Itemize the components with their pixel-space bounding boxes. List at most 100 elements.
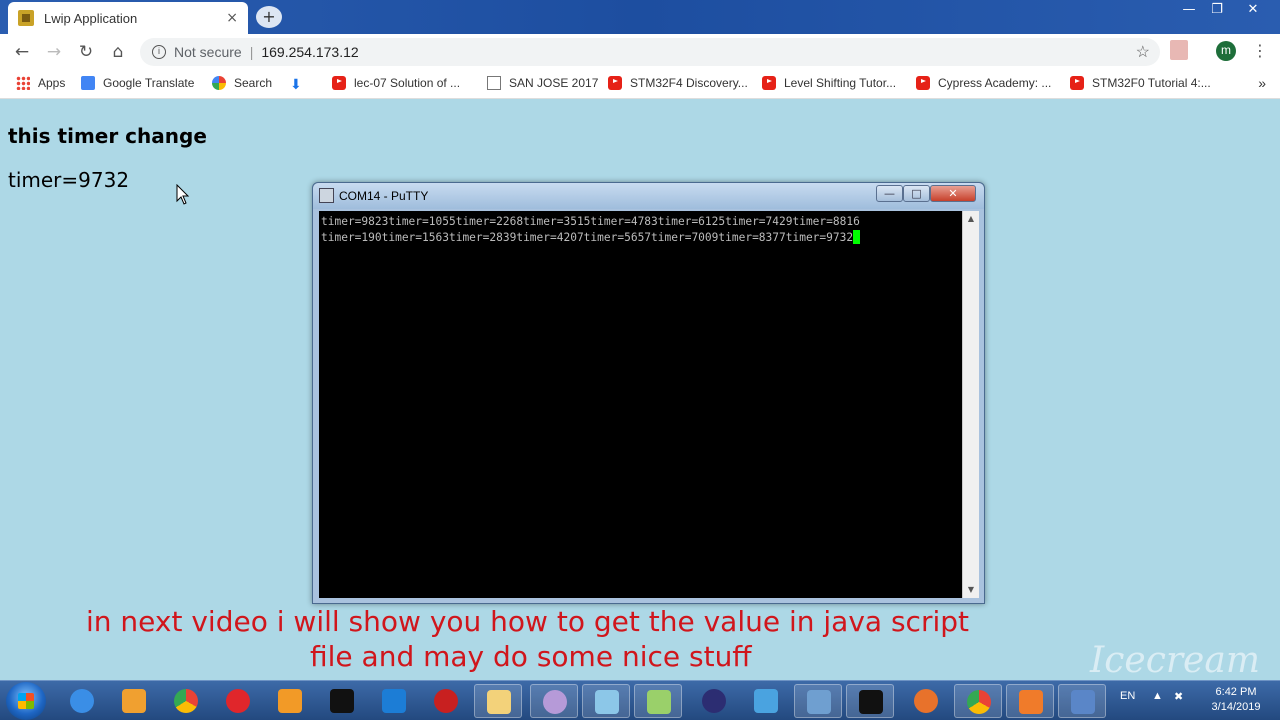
media-player-icon[interactable]: [110, 684, 158, 718]
bookmark-label: Google Translate: [103, 76, 195, 90]
scroll-up-arrow-icon[interactable]: ▲: [963, 211, 979, 227]
scroll-down-arrow-icon[interactable]: ▼: [963, 582, 979, 598]
terminal-line: timer=9823timer=1055timer=2268timer=3515…: [321, 215, 860, 228]
bookmark-search[interactable]: Search: [212, 76, 272, 90]
timer-value: timer=9732: [8, 168, 130, 192]
network-status-icon[interactable]: ✖: [1174, 690, 1183, 703]
bookmark-level-shifting[interactable]: Level Shifting Tutor...: [762, 76, 896, 90]
eclipse-icon[interactable]: [690, 684, 738, 718]
chrome-icon[interactable]: [162, 684, 210, 718]
window-restore-icon[interactable]: ❐: [1202, 0, 1232, 20]
browser-icon[interactable]: [530, 684, 578, 718]
notepad-icon[interactable]: [634, 684, 682, 718]
bookmark-label: Cypress Academy: ...: [938, 76, 1052, 90]
bookmark-label: STM32F0 Tutorial 4:...: [1092, 76, 1211, 90]
bookmarks-overflow-icon[interactable]: »: [1258, 75, 1266, 91]
caption-line-2: file and may do some nice stuff: [310, 640, 752, 673]
tray-expand-icon[interactable]: ▲: [1152, 690, 1163, 702]
profile-avatar[interactable]: m: [1216, 41, 1236, 61]
putty-titlebar[interactable]: COM14 - PuTTY — □ ✕: [313, 183, 984, 209]
youtube-icon: [332, 76, 346, 90]
bookmark-google-translate[interactable]: Google Translate: [81, 76, 194, 90]
bookmark-cypress[interactable]: Cypress Academy: ...: [916, 76, 1051, 90]
browser-toolbar: ← → ↻ ⌂ i Not secure | 169.254.173.12 ☆: [0, 34, 1280, 70]
page-heading: this timer change: [8, 124, 207, 148]
red-tool-icon[interactable]: [422, 684, 470, 718]
bookmark-label: Search: [234, 76, 273, 90]
apps-grid-icon: [16, 76, 30, 90]
youtube-icon: [762, 76, 776, 90]
bookmark-label: STM32F4 Discovery...: [630, 76, 748, 90]
youtube-icon: [1070, 76, 1084, 90]
app-s-icon[interactable]: [370, 684, 418, 718]
bookmark-download[interactable]: ⬇: [290, 76, 312, 92]
security-status: Not secure: [174, 44, 242, 60]
file-explorer-icon[interactable]: [474, 684, 522, 718]
browser-tab-strip: Lwip Application × + — ❐ ✕: [0, 0, 1280, 34]
bookmark-star-icon[interactable]: ☆: [1136, 42, 1150, 62]
start-button[interactable]: [6, 682, 46, 720]
site-favicon-icon: [18, 10, 34, 26]
tab-title: Lwip Application: [44, 10, 138, 26]
home-icon[interactable]: ⌂: [106, 40, 130, 64]
download-icon: ⬇: [290, 76, 302, 92]
bookmark-label: Level Shifting Tutor...: [784, 76, 897, 90]
terminal-output[interactable]: timer=9823timer=1055timer=2268timer=3515…: [319, 211, 962, 598]
terminal-scrollbar[interactable]: ▲ ▼: [962, 211, 979, 598]
new-tab-button[interactable]: +: [256, 6, 282, 28]
chrome-icon[interactable]: [954, 684, 1002, 718]
window-close-icon[interactable]: ✕: [1238, 0, 1268, 20]
cmd-icon[interactable]: [846, 684, 894, 718]
putty-icon: [319, 188, 334, 203]
omnibox-divider: |: [249, 44, 254, 60]
screenshot-icon[interactable]: [794, 684, 842, 718]
network-icon[interactable]: [1058, 684, 1106, 718]
box-icon[interactable]: [742, 684, 790, 718]
sublime-icon[interactable]: [266, 684, 314, 718]
bookmark-stm32f0[interactable]: STM32F0 Tutorial 4:...: [1070, 76, 1211, 90]
bookmark-apps[interactable]: Apps: [16, 76, 65, 90]
mouse-cursor-icon: [176, 184, 190, 205]
bookmark-label: Apps: [38, 76, 66, 90]
bookmark-stm32f4[interactable]: STM32F4 Discovery...: [608, 76, 748, 90]
menu-kebab-icon[interactable]: ⋮: [1252, 41, 1268, 60]
caption-line-1: in next video i will show you how to get…: [86, 605, 969, 638]
pdf-extension-icon[interactable]: [1170, 40, 1188, 60]
search-icon: [212, 76, 226, 90]
putty-maximize-button[interactable]: □: [903, 185, 930, 202]
m-app-icon[interactable]: [318, 684, 366, 718]
bookmarks-bar: Apps Google Translate Search ⬇ lec-07 So…: [0, 70, 1280, 99]
opera-icon[interactable]: [214, 684, 262, 718]
putty-close-button[interactable]: ✕: [930, 185, 976, 202]
language-indicator[interactable]: EN: [1120, 690, 1135, 702]
google-translate-icon: [81, 76, 95, 90]
info-icon[interactable]: i: [152, 45, 166, 59]
youtube-icon: [916, 76, 930, 90]
bookmark-san-jose[interactable]: SAN JOSE 2017: [487, 76, 598, 90]
url-text[interactable]: 169.254.173.12: [261, 44, 358, 60]
bookmark-lec07[interactable]: lec-07 Solution of ...: [332, 76, 460, 90]
icecream-watermark: Icecream: [1090, 640, 1260, 681]
reload-icon[interactable]: ↻: [74, 40, 98, 64]
bookmark-label: lec-07 Solution of ...: [354, 76, 461, 90]
clock-date: 3/14/2019: [1211, 701, 1261, 713]
back-arrow-icon[interactable]: ←: [10, 40, 34, 64]
terminal-line-last: timer=190timer=1563timer=2839timer=4207t…: [321, 230, 960, 246]
internet-explorer-icon[interactable]: [58, 684, 106, 718]
recorder-icon[interactable]: [902, 684, 950, 718]
forward-arrow-icon[interactable]: →: [42, 40, 66, 64]
tab-close-icon[interactable]: ×: [226, 10, 238, 26]
page-icon: [487, 76, 501, 90]
clock-time: 6:42 PM: [1215, 686, 1257, 698]
putty-minimize-button[interactable]: —: [876, 185, 903, 202]
screen-recorder-icon[interactable]: [1006, 684, 1054, 718]
system-clock[interactable]: 6:42 PM 3/14/2019: [1196, 685, 1276, 715]
window-minimize-icon[interactable]: —: [1174, 0, 1204, 20]
browser-tab[interactable]: Lwip Application ×: [8, 2, 248, 34]
bookmark-label: SAN JOSE 2017: [509, 76, 599, 90]
putty-window: COM14 - PuTTY — □ ✕ timer=9823timer=1055…: [312, 182, 985, 604]
address-bar[interactable]: i Not secure | 169.254.173.12 ☆: [140, 38, 1160, 66]
photos-icon[interactable]: [582, 684, 630, 718]
terminal-cursor: [853, 230, 861, 244]
terminal-line: timer=190timer=1563timer=2839timer=4207t…: [321, 231, 854, 244]
